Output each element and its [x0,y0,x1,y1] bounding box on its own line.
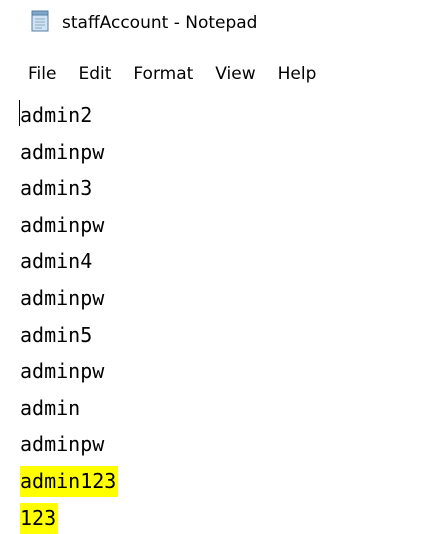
window-title: staffAccount - Notepad [62,13,258,33]
menu-help[interactable]: Help [278,64,317,84]
editor-line: admin5 [20,322,93,347]
menu-format[interactable]: Format [133,64,193,84]
editor-line: adminpw [20,139,105,164]
editor-line: adminpw [20,212,105,237]
notepad-icon [30,10,50,32]
editor-line: 123 [20,502,59,534]
editor-line: admin4 [20,249,93,274]
editor-line: admin2 [20,103,93,127]
editor-line: adminpw [20,286,105,310]
menu-file[interactable]: File [28,64,56,84]
text-caret [19,100,20,126]
editor-line: admin3 [20,176,93,201]
menu-bar: File Edit Format View Help [0,56,441,92]
text-editor-area[interactable]: admin2 adminpw admin3 adminpw admin4 adminpw a… [0,96,441,534]
menu-edit[interactable]: Edit [78,64,111,84]
editor-line: adminpw [20,359,105,384]
editor-line: adminpw [20,432,105,457]
editor-line: admin [20,395,81,420]
editor-line: admin123 [20,466,119,497]
menu-view[interactable]: View [215,64,255,84]
title-bar: staffAccount - Notepad [0,0,441,52]
